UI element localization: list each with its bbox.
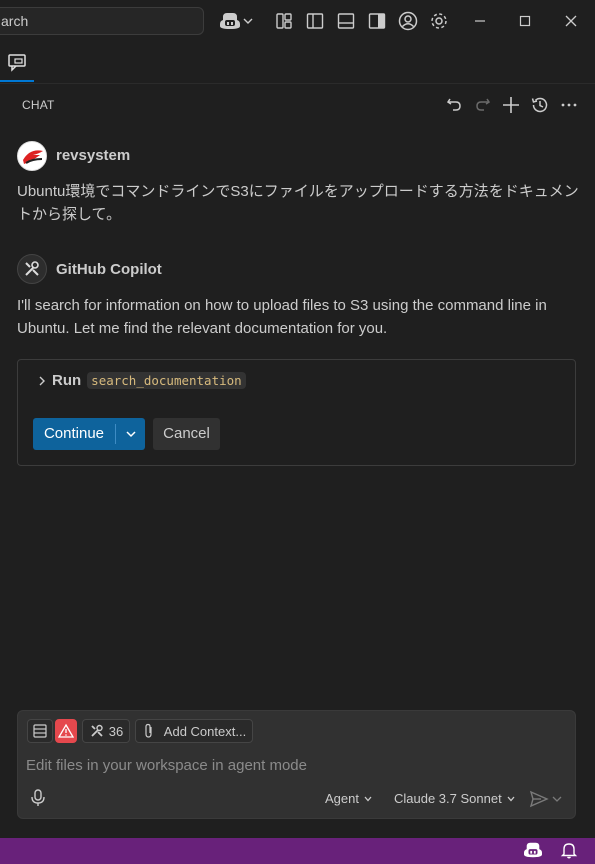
status-bar bbox=[0, 838, 595, 864]
copilot-status-icon[interactable] bbox=[523, 841, 543, 861]
notifications-bell-icon[interactable] bbox=[560, 841, 580, 861]
add-context-button[interactable]: Add Context... bbox=[135, 719, 253, 743]
chevron-down-icon bbox=[552, 796, 562, 802]
copilot-message-text: I'll search for information on how to up… bbox=[17, 297, 547, 337]
chevron-down-icon[interactable] bbox=[238, 9, 258, 33]
new-chat-icon[interactable] bbox=[500, 94, 522, 116]
message-author: revsystem bbox=[56, 147, 131, 164]
close-icon[interactable] bbox=[559, 9, 583, 33]
tools-count: 36 bbox=[108, 723, 124, 739]
tools-picker-button[interactable]: 36 bbox=[82, 719, 130, 743]
copilot-avatar bbox=[17, 254, 47, 284]
chat-panel-header: CHAT bbox=[0, 84, 595, 126]
view-tab-row bbox=[0, 42, 595, 84]
tool-run-row[interactable]: Run search_documentation bbox=[36, 372, 246, 389]
accounts-icon[interactable] bbox=[396, 9, 420, 33]
mode-label: Agent bbox=[325, 791, 359, 806]
cancel-button[interactable]: Cancel bbox=[153, 418, 220, 450]
tool-confirmation-box: Run search_documentation Continue Cancel bbox=[17, 359, 576, 466]
active-tab-indicator bbox=[0, 80, 34, 82]
history-icon[interactable] bbox=[529, 94, 551, 116]
send-button[interactable] bbox=[529, 790, 563, 808]
title-bar: arch bbox=[0, 0, 595, 42]
chevron-down-icon bbox=[364, 796, 372, 801]
paperclip-icon bbox=[145, 723, 152, 738]
toggle-secondary-sidebar-icon[interactable] bbox=[365, 9, 389, 33]
chat-icon[interactable] bbox=[6, 52, 28, 74]
command-center-search[interactable]: arch bbox=[0, 7, 204, 35]
more-icon[interactable] bbox=[558, 94, 580, 116]
chat-input[interactable]: Edit files in your workspace in agent mo… bbox=[26, 757, 307, 774]
run-label: Run bbox=[52, 372, 82, 389]
message-author: GitHub Copilot bbox=[56, 261, 162, 278]
chevron-down-icon bbox=[507, 796, 515, 801]
settings-gear-icon[interactable] bbox=[427, 9, 451, 33]
microphone-icon[interactable] bbox=[30, 789, 46, 807]
user-avatar bbox=[17, 141, 47, 171]
model-picker[interactable]: Claude 3.7 Sonnet bbox=[394, 791, 516, 806]
undo-icon[interactable] bbox=[443, 94, 465, 116]
toggle-primary-sidebar-icon[interactable] bbox=[303, 9, 327, 33]
model-label: Claude 3.7 Sonnet bbox=[394, 791, 502, 806]
continue-dropdown[interactable] bbox=[116, 418, 145, 450]
continue-button[interactable]: Continue bbox=[33, 418, 145, 450]
continue-label[interactable]: Continue bbox=[33, 418, 115, 450]
tools-icon bbox=[91, 724, 103, 737]
chat-input-area: 36 Add Context... Edit files in your wor… bbox=[17, 710, 576, 819]
maximize-icon[interactable] bbox=[513, 9, 537, 33]
mode-picker[interactable]: Agent bbox=[325, 791, 373, 806]
chevron-down-icon bbox=[125, 431, 136, 438]
minimize-icon[interactable] bbox=[468, 9, 492, 33]
panel-title: CHAT bbox=[22, 98, 55, 112]
user-message-text: Ubuntu環境でコマンドラインでS3にファイルをアップロードする方法をドキュメ… bbox=[17, 183, 579, 223]
toggle-panel-icon[interactable] bbox=[334, 9, 358, 33]
tools-icon bbox=[25, 261, 39, 276]
redo-icon[interactable] bbox=[472, 94, 494, 116]
send-icon bbox=[529, 790, 549, 808]
customize-layout-icon[interactable] bbox=[272, 9, 296, 33]
tool-name-chip: search_documentation bbox=[87, 372, 246, 389]
attachments-icon[interactable] bbox=[27, 719, 53, 743]
chevron-right-icon[interactable] bbox=[36, 375, 48, 387]
add-context-label: Add Context... bbox=[163, 723, 247, 739]
warning-icon[interactable] bbox=[55, 719, 77, 743]
